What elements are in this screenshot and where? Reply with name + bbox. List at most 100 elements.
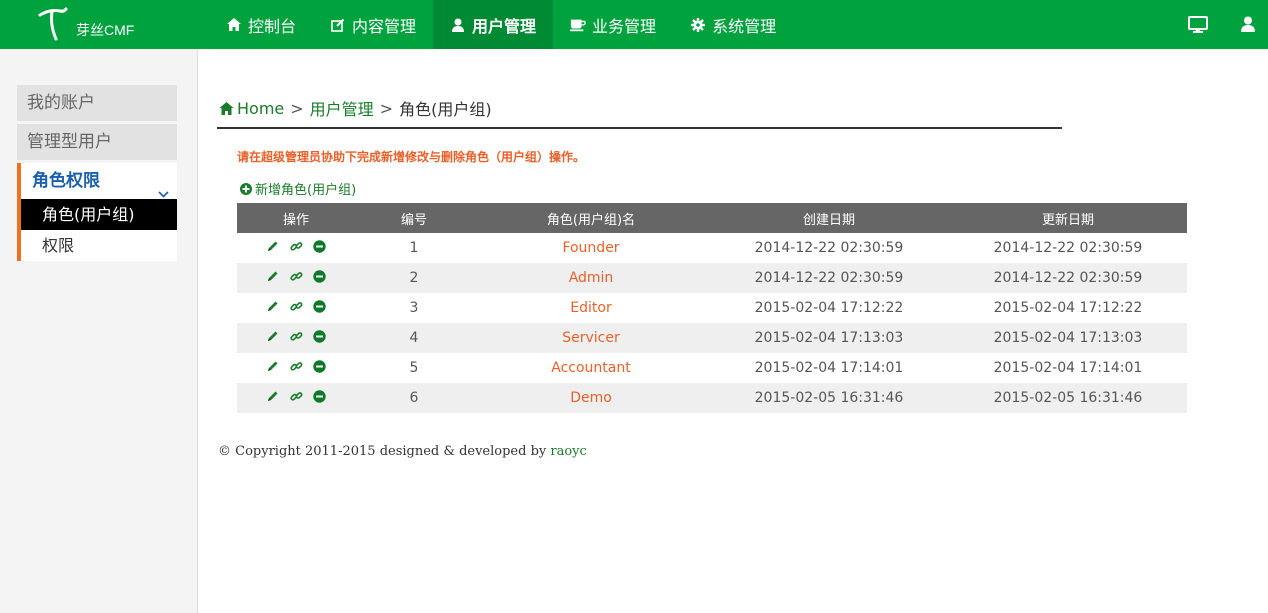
sidebar-item-permissions[interactable]: 权限 (21, 230, 177, 261)
table-row: 6 Demo 2015-02-05 16:31:46 2015-02-05 16:31… (237, 383, 1187, 413)
row-actions (237, 293, 355, 323)
header-role-name: 角色(用户组)名 (473, 203, 709, 233)
breadcrumb-divider (217, 127, 1062, 129)
delete-icon[interactable] (312, 300, 326, 313)
row-role-name[interactable]: Admin (473, 263, 709, 293)
nav-content[interactable]: 内容管理 (313, 0, 433, 49)
row-updated: 2015-02-04 17:12:22 (993, 300, 1143, 316)
delete-icon[interactable] (312, 330, 326, 343)
sidebar: 我的账户 管理型用户 角色权限 角色(用户组) 权限 (0, 49, 198, 613)
row-actions (237, 233, 355, 263)
row-role-name[interactable]: Founder (473, 233, 709, 263)
nav-users[interactable]: 用户管理 (433, 0, 554, 49)
row-actions (237, 263, 355, 293)
row-role-name[interactable]: Accountant (473, 353, 709, 383)
breadcrumb-home[interactable]: Home (237, 99, 284, 118)
sidebar-group-label: 角色权限 (32, 171, 100, 191)
sidebar-item-my-account[interactable]: 我的账户 (17, 85, 177, 121)
row-actions (237, 383, 355, 413)
delete-icon[interactable] (312, 240, 326, 253)
table-row: 1 Founder 2014-12-22 02:30:59 2014-12-22 02… (237, 233, 1187, 263)
row-created: 2014-12-22 02:30:59 (709, 263, 949, 293)
notice-text: 请在超级管理员协助下完成新增修改与删除角色（用户组）操作。 (237, 150, 586, 164)
edit-icon[interactable] (267, 270, 280, 283)
row-created: 2015-02-04 17:13:03 (709, 323, 949, 353)
logo-text: 芽丝CMF (76, 22, 135, 38)
row-role-name[interactable]: Editor (473, 293, 709, 323)
row-updated: 2015-02-04 17:13:03 (949, 323, 1187, 353)
add-role-link[interactable]: 新增角色(用户组) (240, 179, 356, 198)
footer: © Copyright 2011-2015 designed & develop… (218, 444, 587, 459)
edit-icon[interactable] (267, 240, 280, 253)
row-created: 2015-02-04 17:12:22 (754, 300, 904, 316)
header-created: 创建日期 (709, 203, 949, 233)
row-id: 1 (409, 240, 419, 256)
row-id: 5 (409, 360, 419, 376)
footer-author-link[interactable]: raoyc (550, 444, 586, 459)
main-nav: 控制台 内容管理 用户管理 业务管理 系统管理 (209, 0, 793, 49)
edit-icon[interactable] (267, 300, 280, 313)
breadcrumb: Home > 用户管理 > 角色(用户组) (219, 96, 492, 120)
table-row: 2 Admin 2014-12-22 02:30:59 2014-12-22 02:3… (237, 263, 1187, 293)
link-icon[interactable] (289, 300, 303, 313)
header-actions: 操作 (237, 203, 355, 233)
sidebar-item-admin-users[interactable]: 管理型用户 (17, 124, 177, 160)
gear-icon (690, 17, 706, 33)
footer-text: © Copyright 2011-2015 designed & develop… (218, 444, 551, 459)
user-icon (450, 17, 466, 33)
nav-system[interactable]: 系统管理 (673, 0, 793, 49)
row-created: 2014-12-22 02:30:59 (754, 240, 904, 256)
home-icon (219, 101, 234, 115)
breadcrumb-current: 角色(用户组) (399, 100, 492, 119)
table-row: 3 Editor 2015-02-04 17:12:22 2015-02-04 17:… (237, 293, 1187, 323)
edit-icon (330, 17, 346, 33)
table-body: 1 Founder 2014-12-22 02:30:59 2014-12-22 02… (237, 233, 1187, 413)
row-created: 2015-02-05 16:31:46 (709, 383, 949, 413)
sidebar-group-header[interactable]: 角色权限 (21, 163, 177, 199)
row-role-name[interactable]: Servicer (473, 323, 709, 353)
user-icon[interactable] (1241, 16, 1255, 36)
chevron-down-icon (158, 175, 169, 211)
row-id: 4 (355, 323, 473, 353)
nav-label: 控制台 (248, 16, 297, 36)
row-role-name[interactable]: Demo (473, 383, 709, 413)
header-updated: 更新日期 (949, 203, 1187, 233)
delete-icon[interactable] (312, 270, 326, 283)
edit-icon[interactable] (267, 330, 280, 343)
link-icon[interactable] (289, 390, 303, 403)
home-icon (226, 17, 242, 33)
row-id: 2 (355, 263, 473, 293)
breadcrumb-separator: > (290, 98, 304, 118)
top-navbar: 芽丝CMF 控制台 内容管理 用户管理 业务管理 系统管理 (0, 0, 1268, 49)
row-actions (237, 353, 355, 383)
nav-label: 用户管理 (472, 16, 537, 36)
row-updated: 2014-12-22 02:30:59 (993, 240, 1143, 256)
nav-business[interactable]: 业务管理 (553, 0, 673, 49)
plus-circle-icon (240, 182, 252, 195)
sidebar-item-roles[interactable]: 角色(用户组) (21, 199, 177, 230)
breadcrumb-separator: > (379, 98, 394, 118)
add-role-label: 新增角色(用户组) (255, 183, 357, 198)
link-icon[interactable] (289, 330, 303, 343)
logo[interactable]: 芽丝CMF (34, 5, 144, 45)
row-id: 3 (409, 300, 419, 316)
link-icon[interactable] (289, 270, 303, 283)
nav-dashboard[interactable]: 控制台 (209, 0, 313, 49)
delete-icon[interactable] (312, 360, 326, 373)
sidebar-group-roles: 角色权限 角色(用户组) 权限 (17, 163, 177, 261)
edit-icon[interactable] (267, 390, 280, 403)
row-updated: 2015-02-04 17:14:01 (993, 360, 1143, 376)
monitor-icon[interactable] (1188, 16, 1208, 37)
nav-label: 内容管理 (352, 16, 417, 36)
sprout-logo-icon (38, 7, 68, 41)
nav-label: 系统管理 (712, 16, 777, 36)
table-header-row: 操作 编号 角色(用户组)名 创建日期 更新日期 (237, 203, 1187, 233)
breadcrumb-section[interactable]: 用户管理 (310, 96, 374, 120)
coffee-icon (570, 17, 586, 33)
nav-label: 业务管理 (592, 16, 657, 36)
delete-icon[interactable] (312, 390, 326, 403)
edit-icon[interactable] (267, 360, 280, 373)
link-icon[interactable] (289, 240, 303, 253)
table-row: 4 Servicer 2015-02-04 17:13:03 2015-02-04 1… (237, 323, 1187, 353)
link-icon[interactable] (289, 360, 303, 373)
